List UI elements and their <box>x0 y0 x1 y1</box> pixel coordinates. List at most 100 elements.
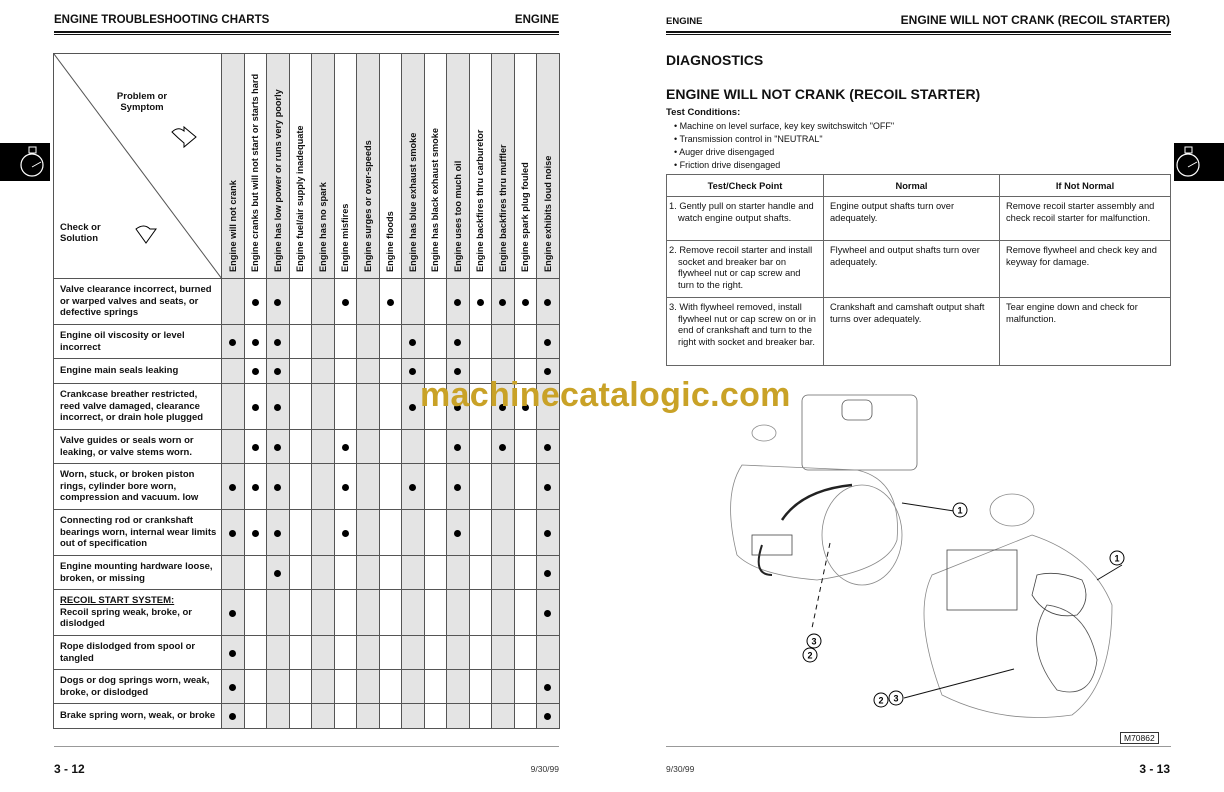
table-row: Connecting rod or crankshaft bearings wo… <box>53 509 560 556</box>
section-tab[interactable] <box>1174 143 1224 181</box>
bullet-mark-icon <box>544 529 552 537</box>
bullet-mark-icon <box>274 338 282 346</box>
column-header-label: Engine backfires thru muffler <box>497 144 508 272</box>
column-header-label: Engine has low power or runs very poorly <box>272 89 283 272</box>
chart-cell <box>446 429 470 464</box>
bullet-mark-icon <box>341 483 349 491</box>
test-conditions-label: Test Conditions: <box>666 107 741 118</box>
chart-cell <box>446 635 470 670</box>
chart-cell <box>311 324 335 359</box>
bullet-mark-icon <box>229 683 237 691</box>
chart-cell <box>243 278 267 325</box>
chart-cell <box>468 589 492 636</box>
bullet-mark-icon <box>229 483 237 491</box>
chart-cell <box>401 555 425 590</box>
figure-id: M70862 <box>1120 732 1159 744</box>
chart-cell <box>513 463 537 510</box>
bullet-mark-icon <box>544 483 552 491</box>
row-label: Valve clearance incorrect, burned or war… <box>53 278 222 325</box>
chart-cell <box>221 463 245 510</box>
chart-cell <box>266 324 290 359</box>
bullet-mark-icon <box>499 443 507 451</box>
chart-cell <box>333 278 357 325</box>
test-condition-item: Friction drive disengaged <box>674 159 894 172</box>
chart-cell <box>288 555 312 590</box>
row-label-text: Worn, stuck, or broken piston rings, cyl… <box>60 469 199 504</box>
chart-cell <box>356 324 380 359</box>
col-header-if-not-normal: If Not Normal <box>999 174 1171 197</box>
chart-cell <box>513 278 537 325</box>
row-label: RECOIL START SYSTEM: Recoil spring weak, … <box>53 589 222 636</box>
header-rule <box>54 31 559 35</box>
diagnostics-heading: DIAGNOSTICS <box>666 52 764 68</box>
column-header-label: Engine will not crank <box>227 180 238 272</box>
chart-cell <box>221 429 245 464</box>
chart-cell <box>288 463 312 510</box>
chart-cell <box>243 383 267 430</box>
column-header: Engine has black exhaust smoke <box>423 53 447 279</box>
chart-cell <box>513 635 537 670</box>
bullet-mark-icon <box>251 298 259 306</box>
chart-cell <box>243 703 267 729</box>
bullet-mark-icon <box>521 298 529 306</box>
footer-page-number: 3 - 13 <box>1139 762 1170 776</box>
chart-cell <box>333 324 357 359</box>
test-conditions-list: Machine on level surface, key key switch… <box>674 120 894 172</box>
header-rule <box>666 31 1171 35</box>
column-header-label: Engine spark plug fouled <box>520 162 531 272</box>
chart-cell <box>221 703 245 729</box>
bullet-mark-icon <box>454 368 462 375</box>
chart-cell <box>378 358 402 384</box>
normal-cell: Engine output shafts turn over adequatel… <box>823 196 1000 241</box>
chart-cell <box>311 429 335 464</box>
column-header-label: Engine surges or over-speeds <box>362 140 373 272</box>
table-row: Valve clearance incorrect, burned or war… <box>53 278 560 325</box>
row-label-text: Valve clearance incorrect, burned or war… <box>60 284 212 319</box>
column-header: Engine uses too much oil <box>446 53 470 279</box>
row-label: Crankcase breather restricted, reed valv… <box>53 383 222 430</box>
row-label-text: Engine mounting hardware loose, broken, … <box>60 561 213 584</box>
column-header-label: Engine cranks but will not start or star… <box>250 73 261 272</box>
chart-cell <box>221 635 245 670</box>
bullet-mark-icon <box>274 403 282 411</box>
chart-cell <box>536 669 560 704</box>
table-row: 3. With flywheel removed, install flywhe… <box>666 297 1171 366</box>
bullet-mark-icon <box>341 529 349 537</box>
chart-cell <box>378 589 402 636</box>
row-label-text: Connecting rod or crankshaft bearings wo… <box>60 515 217 550</box>
chart-cell <box>536 703 560 729</box>
chart-cell <box>333 635 357 670</box>
section-tab[interactable] <box>0 143 50 181</box>
header-title: ENGINE WILL NOT CRANK (RECOIL STARTER) <box>900 13 1170 27</box>
chart-cell <box>536 324 560 359</box>
column-header-label: Engine backfires thru carburetor <box>475 129 486 272</box>
arrow-right-icon <box>171 125 197 149</box>
chart-cell <box>288 429 312 464</box>
section-title: ENGINE WILL NOT CRANK (RECOIL STARTER) <box>666 86 981 102</box>
chart-cell <box>356 635 380 670</box>
chart-cell <box>221 383 245 430</box>
callout-label: 2 <box>878 696 883 706</box>
bullet-mark-icon <box>229 338 237 346</box>
chart-header-row: Problem or Symptom Check or Solution Eng… <box>53 53 560 279</box>
footer-date: 9/30/99 <box>530 764 559 774</box>
chart-cell <box>221 589 245 636</box>
chart-cell <box>311 669 335 704</box>
test-condition-item: Auger drive disengaged <box>674 146 894 159</box>
chart-cell <box>536 509 560 556</box>
chart-cell <box>423 555 447 590</box>
chart-cell <box>491 324 515 359</box>
bullet-mark-icon <box>274 368 282 375</box>
bullet-mark-icon <box>251 443 259 451</box>
chart-cell <box>311 358 335 384</box>
test-point-cell: 2. Remove recoil starter and install soc… <box>666 240 824 298</box>
chart-cell <box>356 589 380 636</box>
chart-corner: Problem or Symptom Check or Solution <box>53 53 222 279</box>
chart-cell <box>401 669 425 704</box>
chart-cell <box>378 429 402 464</box>
column-header: Engine backfires thru carburetor <box>468 53 492 279</box>
chart-cell <box>356 278 380 325</box>
bullet-mark-icon <box>386 298 394 306</box>
chart-cell <box>536 429 560 464</box>
chart-cell <box>288 324 312 359</box>
